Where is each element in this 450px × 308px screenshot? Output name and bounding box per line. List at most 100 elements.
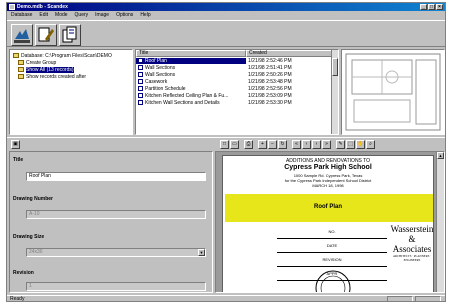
list-item[interactable]: Roof Plan 1/21/98 2:52:46 PM (136, 57, 338, 64)
drawing-size-value: 24x36 (29, 249, 43, 255)
document-icon (138, 79, 143, 84)
logo-line: Wasserstein (390, 224, 434, 234)
magnify-button[interactable]: ⌕ (366, 140, 375, 149)
tree-item-label: Create Group (26, 59, 57, 66)
scroll-thumb[interactable] (332, 58, 338, 76)
annotate-button[interactable]: ✎ (336, 140, 345, 149)
scroll-up-icon[interactable]: ▲ (437, 152, 444, 159)
fit-page-button[interactable]: □ (220, 140, 229, 149)
menu-edit[interactable]: Edit (39, 11, 48, 19)
drawing-number-field[interactable]: A-10 (26, 210, 206, 219)
select-button[interactable]: ⬚ (346, 140, 355, 149)
logo-line: Associates (392, 244, 432, 254)
tree-item-show-all[interactable]: Show All (13 records) (13, 66, 129, 73)
list-item-created: 1/21/98 2:53:09 PM (248, 92, 292, 99)
list-header: Title Created (136, 50, 338, 57)
revision-field[interactable]: 1 (26, 282, 206, 291)
list-item[interactable]: Wall Sections 1/21/98 2:51:41 PM (136, 64, 338, 71)
logo-line: & (408, 234, 416, 244)
drawing-size-select[interactable]: 24x36 ▼ (26, 248, 206, 257)
application-window: Demo.mdb - Scandex _ □ × Database Edit M… (6, 2, 446, 302)
list-item-created: 1/21/98 2:52:46 PM (248, 57, 292, 64)
view-button[interactable] (59, 24, 81, 46)
database-icon (13, 53, 19, 58)
save-record-button[interactable]: ▣ (11, 140, 20, 149)
prev-page-button[interactable]: ‹ (302, 140, 311, 149)
hand-button[interactable]: ✋ (356, 140, 365, 149)
window-title: Demo.mdb - Scandex (17, 4, 68, 10)
menu-help[interactable]: Help (140, 11, 150, 19)
folder-icon (18, 60, 24, 65)
record-form: Title Roof Plan Drawing Number A-10 Draw… (9, 151, 213, 293)
close-button[interactable]: × (436, 4, 443, 10)
scanner-icon (14, 29, 30, 43)
tree-item-create-group[interactable]: Create Group (13, 59, 129, 66)
folder-icon (18, 67, 24, 72)
edit-icon (38, 27, 54, 42)
menu-mode[interactable]: Mode (55, 11, 68, 19)
list-item-title: Kitchen Reflected Ceiling Plan & Fu... (145, 92, 229, 99)
revision-row: REVISION (277, 254, 387, 267)
list-item-title: Wall Sections (145, 64, 176, 71)
tree-item-label: Database: C:\Program Files\Scan\DEMO (21, 52, 112, 59)
list-item-title: Partition Schedule (145, 85, 186, 92)
zoom-out-button[interactable]: − (268, 140, 277, 149)
document-icon (138, 100, 143, 105)
menu-image[interactable]: Image (95, 11, 109, 19)
list-item-created: 1/21/98 2:53:30 PM (248, 99, 292, 106)
revision-row: NO. (277, 226, 387, 239)
viewer-toolbar: ▣ □ ▭ ⎙ + − ↻ « ‹ › » ✎ ⬚ ✋ ⌕ (7, 137, 445, 151)
revision-label: Revision (13, 270, 34, 276)
menu-database[interactable]: Database (11, 11, 32, 19)
minimize-button[interactable]: _ (420, 4, 427, 10)
document-icon (138, 65, 143, 70)
list-item[interactable]: Kitchen Wall Sections and Details 1/21/9… (136, 99, 338, 106)
print-button[interactable]: ⎙ (244, 140, 253, 149)
list-item[interactable]: Casework 1/21/98 2:53:48 PM (136, 78, 338, 85)
list-item-title: Roof Plan (145, 57, 167, 64)
status-text: Ready (10, 296, 25, 302)
list-item[interactable]: Wall Sections 1/21/98 2:50:26 PM (136, 71, 338, 78)
menu-options[interactable]: Options (116, 11, 133, 19)
document-icon (138, 86, 143, 91)
image-viewer[interactable]: ADDITIONS AND RENOVATIONS TO Cypress Par… (215, 151, 445, 293)
drawing-size-label: Drawing Size (13, 234, 45, 240)
status-panel (415, 296, 441, 301)
next-page-button[interactable]: › (312, 140, 321, 149)
list-item-title: Wall Sections (145, 71, 176, 78)
list-item-created: 1/21/98 2:51:41 PM (248, 64, 292, 71)
title-field[interactable]: Roof Plan (26, 172, 206, 181)
last-page-button[interactable]: » (322, 140, 331, 149)
drawing-sheet: ADDITIONS AND RENOVATIONS TO Cypress Par… (222, 155, 435, 292)
column-header-title[interactable]: Title (136, 50, 246, 57)
list-item[interactable]: Partition Schedule 1/21/98 2:52:56 PM (136, 85, 338, 92)
menu-bar: Database Edit Mode Query Image Options H… (7, 11, 445, 19)
zoom-in-button[interactable]: + (258, 140, 267, 149)
fit-width-button[interactable]: ▭ (230, 140, 239, 149)
list-item[interactable]: Kitchen Reflected Ceiling Plan & Fu... 1… (136, 92, 338, 99)
app-icon[interactable] (9, 4, 15, 10)
tree-item-show-after[interactable]: Show records created after (13, 73, 129, 80)
sheet-title: Roof Plan (314, 204, 342, 210)
list-scrollbar[interactable] (331, 50, 338, 134)
scan-button[interactable] (11, 24, 33, 46)
status-panel (387, 296, 413, 301)
rotate-button[interactable]: ↻ (278, 140, 287, 149)
menu-query[interactable]: Query (75, 11, 89, 19)
drawing-number-label: Drawing Number (13, 196, 54, 202)
column-header-created[interactable]: Created (246, 50, 332, 57)
sheet-date: MARCH 18, 1998 (312, 183, 344, 188)
edit-button[interactable] (35, 24, 57, 46)
folder-icon (18, 74, 24, 79)
chevron-down-icon[interactable]: ▼ (198, 249, 205, 256)
tree-item-database[interactable]: Database: C:\Program Files\Scan\DEMO (13, 52, 129, 59)
tree-item-label: Show All (13 records) (26, 66, 74, 73)
title-label: Title (13, 157, 24, 163)
title-bar: Demo.mdb - Scandex _ □ × (7, 3, 445, 11)
record-list: Title Created Roof Plan 1/21/98 2:52:46 … (135, 49, 339, 135)
first-page-button[interactable]: « (292, 140, 301, 149)
viewer-scrollbar[interactable]: ▲ (436, 152, 444, 292)
architect-logo: Wasserstein & Associates ARCHITECTS · PL… (389, 224, 435, 262)
page-thumbnail[interactable] (341, 49, 445, 135)
maximize-button[interactable]: □ (428, 4, 435, 10)
